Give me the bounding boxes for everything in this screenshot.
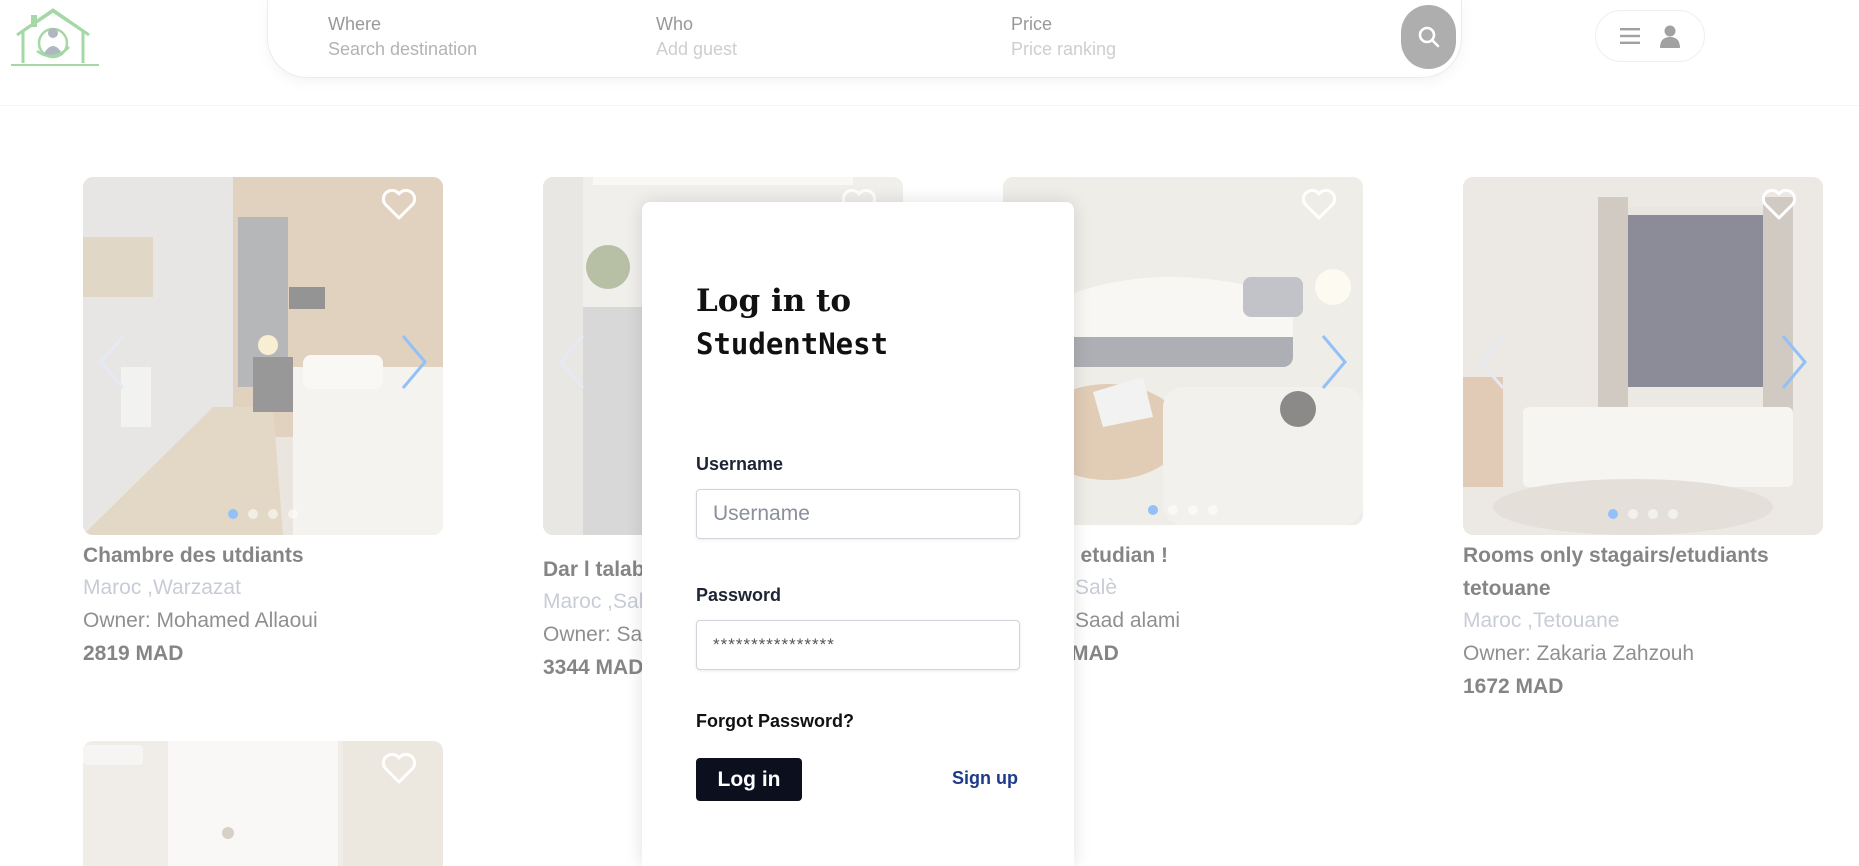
signup-link[interactable]: Sign up [952,768,1018,789]
login-button[interactable]: Log in [696,758,802,801]
username-label: Username [696,454,784,474]
login-modal: Log in to StudentNest Username Password … [642,202,1074,866]
username-input[interactable] [696,489,1020,539]
login-title: Log in to StudentNest [696,280,888,366]
forgot-password-link[interactable]: Forgot Password? [696,711,854,732]
login-title-brand: StudentNest [696,327,889,361]
password-label: Password [696,585,782,605]
login-title-line: Log in to [696,283,852,319]
password-input[interactable] [696,620,1020,670]
